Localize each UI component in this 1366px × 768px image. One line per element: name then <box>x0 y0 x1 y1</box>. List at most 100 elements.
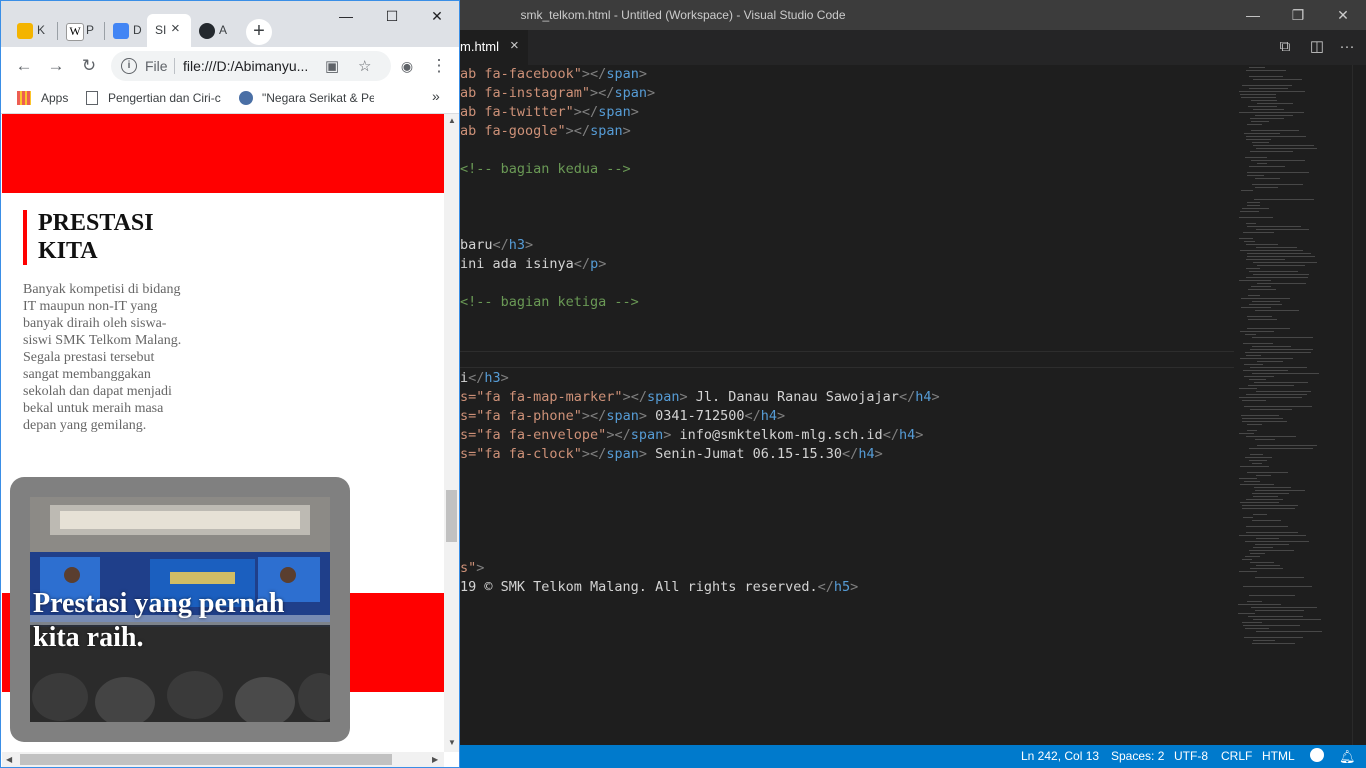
reload-icon[interactable]: ↻ <box>79 56 99 76</box>
status-cursor-position[interactable]: Ln 242, Col 13 <box>1021 749 1099 763</box>
scroll-left-arrow-icon[interactable]: ◀ <box>6 755 12 764</box>
minimap-line <box>1253 496 1278 497</box>
minimap-line <box>1248 616 1303 617</box>
web-page: PRESTASI KITA Banyak kompetisi di bidang… <box>2 114 444 752</box>
code-line: ab fa-twitter"></span> <box>460 104 639 120</box>
status-encoding[interactable]: UTF-8 <box>1174 749 1208 763</box>
minimap-line <box>1250 118 1284 119</box>
browser-tab[interactable]: K <box>9 14 55 47</box>
minimap-line <box>1251 130 1299 131</box>
editor-scrollbar[interactable] <box>1352 65 1366 745</box>
bookmark-item[interactable]: "Negara Serikat & Pe <box>262 91 374 105</box>
forward-arrow-icon[interactable]: → <box>46 56 66 76</box>
url-text[interactable]: file:///D:/Abimanyu... <box>183 58 308 74</box>
minimap-line <box>1244 481 1260 482</box>
bookmark-apps[interactable]: Apps <box>41 91 68 105</box>
code-line: ab fa-facebook"></span> <box>460 66 647 82</box>
site-info-icon[interactable]: i <box>121 58 137 74</box>
minimap-line <box>1246 394 1307 395</box>
minimap-line <box>1249 88 1288 89</box>
minimap-line <box>1247 472 1288 473</box>
scroll-right-arrow-icon[interactable]: ▶ <box>432 755 438 764</box>
vertical-scroll-thumb[interactable] <box>446 490 457 542</box>
tab-close-icon[interactable]: × <box>171 20 183 37</box>
bookmark-item[interactable]: Pengertian dan Ciri-c <box>108 91 223 105</box>
browser-tab[interactable]: A <box>191 14 235 47</box>
notifications-bell-icon[interactable]: 🔔︎ <box>1339 749 1356 765</box>
address-bar[interactable]: i File file:///D:/Abimanyu... ▣ ☆ <box>111 51 391 81</box>
minimap-line <box>1256 631 1322 632</box>
split-editor-icon[interactable]: ◫ <box>1308 38 1326 56</box>
minimap-line <box>1240 211 1259 212</box>
tab-title: A <box>219 23 228 37</box>
more-actions-icon[interactable]: ··· <box>1338 38 1356 56</box>
minimap-line <box>1247 256 1315 257</box>
minimap-line <box>1247 202 1260 203</box>
minimap-line <box>1253 547 1273 548</box>
editor-tab[interactable]: m.html × <box>448 30 528 65</box>
feedback-smiley-icon[interactable] <box>1310 748 1324 762</box>
minimap-line <box>1257 103 1293 104</box>
minimap-line <box>1253 619 1321 620</box>
bookmarks-bar: Apps Pengertian dan Ciri-c "Negara Serik… <box>1 85 459 114</box>
chrome-maximize-button[interactable]: ☐ <box>369 5 415 27</box>
new-tab-button[interactable]: + <box>246 19 272 45</box>
browser-tab[interactable]: W P <box>58 14 102 47</box>
chrome-close-button[interactable]: ✕ <box>414 5 459 27</box>
vscode-close-button[interactable]: ✕ <box>1320 0 1366 30</box>
tab-title: D <box>133 23 142 37</box>
tab-title: P <box>86 23 95 37</box>
page-horizontal-scrollbar[interactable]: ◀ ▶ <box>2 752 444 767</box>
back-arrow-icon[interactable]: ← <box>14 56 34 76</box>
profile-avatar-icon[interactable]: ◉ <box>397 56 417 76</box>
chrome-minimize-button[interactable]: — <box>323 5 369 27</box>
minimap-line <box>1241 298 1290 299</box>
menu-kebab-icon[interactable]: ⋮ <box>429 56 449 76</box>
code-line: ini ada isinya</p> <box>460 256 607 272</box>
status-indentation[interactable]: Spaces: 2 <box>1111 749 1164 763</box>
tab-title: K <box>37 23 46 37</box>
vscode-minimize-button[interactable]: — <box>1230 0 1276 30</box>
minimap-line <box>1253 109 1284 110</box>
event-photo: Prestasi yang pernah kita raih. <box>30 497 330 722</box>
page-vertical-scrollbar[interactable]: ▲ ▼ <box>444 114 459 752</box>
minimap-line <box>1247 175 1264 176</box>
minimap-line <box>1255 544 1289 545</box>
status-language[interactable]: HTML <box>1262 749 1295 763</box>
minimap-line <box>1250 409 1292 410</box>
bookmarks-overflow-icon[interactable]: » <box>432 88 440 104</box>
bookmark-star-icon[interactable]: ☆ <box>358 57 371 75</box>
minimap-line <box>1247 316 1272 317</box>
minimap-line <box>1240 94 1276 95</box>
scroll-up-arrow-icon[interactable]: ▲ <box>448 116 456 125</box>
minimap[interactable] <box>1234 65 1352 745</box>
editor-tab-close-icon[interactable]: × <box>510 37 519 54</box>
horizontal-scroll-thumb[interactable] <box>20 754 392 765</box>
minimap-line <box>1240 250 1303 251</box>
minimap-line <box>1257 283 1306 284</box>
minimap-line <box>1241 415 1279 416</box>
minimap-line <box>1256 565 1280 566</box>
minimap-line <box>1243 232 1274 233</box>
minimap-line <box>1247 424 1262 425</box>
minimap-line <box>1255 310 1299 311</box>
scroll-down-arrow-icon[interactable]: ▼ <box>448 738 456 747</box>
minimap-line <box>1255 610 1304 611</box>
code-editor[interactable]: ab fa-facebook"></span> ab fa-instagram"… <box>448 65 1234 745</box>
open-changes-icon[interactable]: ⧉ <box>1276 38 1294 56</box>
minimap-line <box>1249 67 1265 68</box>
status-line-ending[interactable]: CRLF <box>1221 749 1252 763</box>
minimap-line <box>1242 418 1283 419</box>
minimap-line <box>1247 226 1301 227</box>
browser-tab-active[interactable]: SI × <box>147 14 191 47</box>
translate-icon[interactable]: ▣ <box>325 57 339 75</box>
minimap-line <box>1242 85 1292 86</box>
minimap-line <box>1248 319 1277 320</box>
photo-card: Prestasi yang pernah kita raih. <box>10 477 350 742</box>
minimap-line <box>1252 142 1269 143</box>
vscode-restore-button[interactable]: ❐ <box>1275 0 1321 30</box>
browser-tab[interactable]: D <box>105 14 147 47</box>
section-description: Banyak kompetisi di bidang IT maupun non… <box>23 282 182 433</box>
minimap-line <box>1239 91 1305 92</box>
minimap-line <box>1255 439 1275 440</box>
